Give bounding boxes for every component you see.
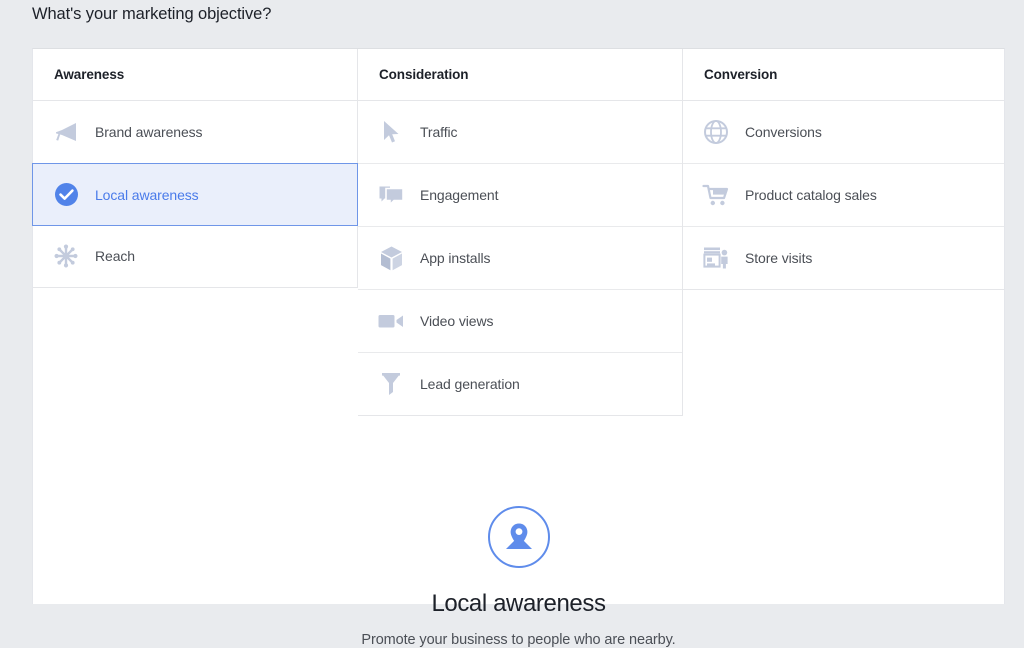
objective-detail-panel: Local awareness Promote your business to… [33, 467, 1004, 648]
objective-label: Brand awareness [95, 124, 203, 140]
detail-title: Local awareness [431, 590, 606, 617]
column-header-conversion: Conversion [683, 49, 1004, 101]
objective-label: Product catalog sales [745, 187, 877, 203]
objective-item-store-visits[interactable]: Store visits [683, 227, 1004, 290]
map-pin-icon [487, 506, 550, 568]
objective-item-app-installs[interactable]: App installs [358, 227, 682, 290]
globe-icon [701, 117, 731, 147]
objective-label: Video views [420, 313, 494, 329]
objective-label: Engagement [420, 187, 499, 203]
objective-item-brand-awareness[interactable]: Brand awareness [33, 101, 357, 164]
storefront-person-icon [701, 243, 731, 273]
cursor-arrow-icon [376, 117, 406, 147]
page-title: What's your marketing objective? [32, 5, 272, 23]
objective-grid: Awareness Brand awareness Local awarenes… [32, 49, 1004, 416]
megaphone-icon [51, 117, 81, 147]
objective-label: Lead generation [420, 376, 520, 392]
objective-column-conversion: Conversion Conversions Product catalog s… [683, 49, 1004, 290]
video-camera-icon [376, 306, 406, 336]
objective-item-video-views[interactable]: Video views [358, 290, 682, 353]
objective-card: Awareness Brand awareness Local awarenes… [32, 48, 1005, 648]
funnel-icon [376, 369, 406, 399]
objective-item-engagement[interactable]: Engagement [358, 164, 682, 227]
box-icon [376, 243, 406, 273]
objective-item-conversions[interactable]: Conversions [683, 101, 1004, 164]
starburst-icon [51, 241, 81, 271]
objective-label: Local awareness [95, 186, 199, 203]
objective-label: App installs [420, 250, 491, 266]
objective-label: Conversions [745, 124, 822, 140]
shopping-cart-icon [701, 180, 731, 210]
objective-label: Reach [95, 248, 135, 264]
column-header-awareness: Awareness [33, 49, 357, 101]
objective-item-reach[interactable]: Reach [33, 225, 357, 288]
objective-item-product-catalog-sales[interactable]: Product catalog sales [683, 164, 1004, 227]
objective-item-traffic[interactable]: Traffic [358, 101, 682, 164]
objective-item-local-awareness[interactable]: Local awareness [32, 163, 358, 226]
objective-column-awareness: Awareness Brand awareness Local awarenes… [32, 49, 358, 288]
objective-column-consideration: Consideration Traffic Engagement App ins… [358, 49, 683, 416]
column-header-consideration: Consideration [358, 49, 682, 101]
check-circle-icon [51, 180, 81, 210]
speech-bubbles-icon [376, 180, 406, 210]
objective-item-lead-generation[interactable]: Lead generation [358, 353, 682, 416]
objective-label: Traffic [420, 124, 458, 140]
objective-label: Store visits [745, 250, 813, 266]
detail-description: Promote your business to people who are … [361, 632, 676, 648]
